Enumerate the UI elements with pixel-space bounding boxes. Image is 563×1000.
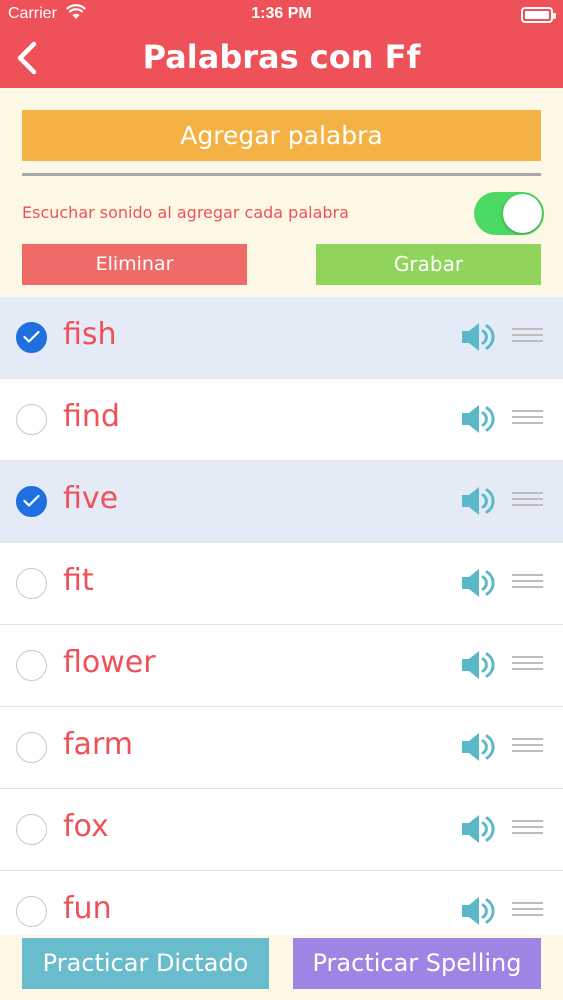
speaker-icon[interactable] [460,894,496,928]
list-item[interactable]: fit [0,543,563,625]
speaker-icon[interactable] [460,484,496,518]
drag-handle-icon[interactable] [512,738,543,754]
bottom-bar: Practicar Dictado Practicar Spelling [0,935,563,1000]
word-label: fit [63,563,94,598]
list-item[interactable]: five [0,461,563,543]
drag-handle-icon[interactable] [512,328,543,344]
list-item[interactable]: flower [0,625,563,707]
checkbox-icon[interactable] [16,404,47,435]
speaker-icon[interactable] [460,566,496,600]
word-label: find [63,399,120,434]
word-label: flower [63,645,156,680]
status-bar: Carrier 1:36 PM [0,0,563,30]
drag-handle-icon[interactable] [512,410,543,426]
checkbox-icon[interactable] [16,650,47,681]
checkbox-icon[interactable] [16,568,47,599]
add-word-button[interactable]: Agregar palabra [22,110,541,161]
drag-handle-icon[interactable] [512,492,543,508]
list-item[interactable]: fun [0,871,563,935]
word-label: fun [63,891,112,926]
record-button[interactable]: Grabar [316,244,541,285]
speaker-icon[interactable] [460,320,496,354]
drag-handle-icon[interactable] [512,902,543,918]
word-label: farm [63,727,133,762]
checkbox-icon[interactable] [16,896,47,927]
divider [22,173,541,176]
drag-handle-icon[interactable] [512,656,543,672]
page-title: Palabras con Ff [142,38,421,76]
checkbox-icon[interactable] [16,814,47,845]
clock: 1:36 PM [251,5,312,22]
practice-dictation-button[interactable]: Practicar Dictado [22,938,269,989]
delete-button[interactable]: Eliminar [22,244,247,285]
battery-icon [521,7,556,23]
toggle-knob [503,194,542,233]
practice-spelling-button[interactable]: Practicar Spelling [293,938,541,989]
drag-handle-icon[interactable] [512,574,543,590]
checkbox-icon[interactable] [16,322,47,353]
list-item[interactable]: find [0,379,563,461]
speaker-icon[interactable] [460,402,496,436]
checkbox-icon[interactable] [16,486,47,517]
checkbox-icon[interactable] [16,732,47,763]
sound-on-add-label: Escuchar sonido al agregar cada palabra [22,203,349,222]
list-item[interactable]: fox [0,789,563,871]
word-list: fish find five fit flower farm fox fun [0,297,563,935]
word-label: fish [63,317,117,352]
word-label: fox [63,809,109,844]
list-item[interactable]: fish [0,297,563,379]
speaker-icon[interactable] [460,648,496,682]
speaker-icon[interactable] [460,730,496,764]
list-item[interactable]: farm [0,707,563,789]
speaker-icon[interactable] [460,812,496,846]
word-label: five [63,481,119,516]
nav-bar: Palabras con Ff [0,30,563,88]
sound-on-add-toggle[interactable] [474,192,544,235]
drag-handle-icon[interactable] [512,820,543,836]
